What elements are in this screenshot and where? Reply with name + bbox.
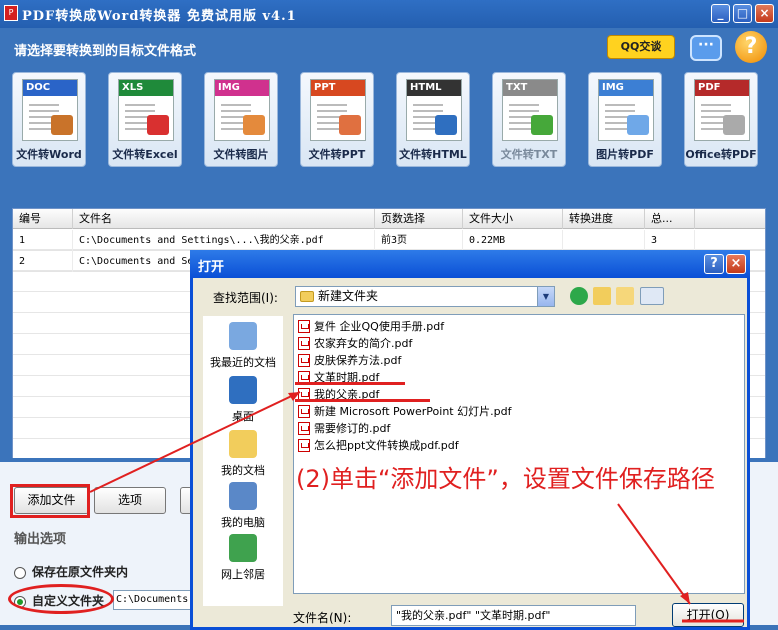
dialog-title: 打开 — [190, 250, 750, 278]
chat-icon[interactable]: ··· — [690, 35, 722, 61]
underline-annotation — [295, 399, 430, 402]
tool-to-ppt[interactable]: PPT 文件转PPT — [300, 72, 374, 167]
dialog-help-button[interactable]: ? — [704, 254, 724, 274]
title-bar: P PDF转换成Word转换器 免费试用版 v4.1 _ □ × — [0, 0, 778, 28]
col-progress[interactable]: 转换进度 — [563, 209, 645, 229]
tool-to-html[interactable]: HTML 文件转HTML — [396, 72, 470, 167]
pdf-file-icon: PDF — [694, 79, 750, 141]
close-button[interactable]: × — [755, 4, 774, 23]
col-number[interactable]: 编号 — [13, 209, 73, 229]
list-item[interactable]: 复件 企业QQ使用手册.pdf — [296, 318, 444, 335]
dialog-close-button[interactable]: × — [726, 254, 746, 274]
ppt-file-icon: PPT — [310, 79, 366, 141]
radio-keep-folder[interactable]: 保存在原文件夹内 — [14, 563, 128, 581]
list-item[interactable]: 怎么把ppt文件转换成pdf.pdf — [296, 437, 459, 454]
tool-office-to-pdf[interactable]: PDF Office转PDF — [684, 72, 758, 167]
my-computer-icon — [229, 482, 257, 510]
pdf-file-icon — [298, 354, 310, 367]
look-in-dropdown[interactable]: 新建文件夹 ▼ — [295, 286, 555, 307]
pdf-app-icon: P — [4, 5, 18, 21]
img-file-icon: IMG — [214, 79, 270, 141]
img-file-icon: IMG — [598, 79, 654, 141]
doc-file-icon: DOC — [22, 79, 78, 141]
pdf-file-icon — [298, 439, 310, 452]
list-item[interactable]: 新建 Microsoft PowerPoint 幻灯片.pdf — [296, 403, 511, 420]
pdf-file-icon — [298, 337, 310, 350]
txt-file-icon: TXT — [502, 79, 558, 141]
filename-input[interactable]: "我的父亲.pdf" "文革时期.pdf" — [391, 605, 636, 626]
tool-image-to-pdf[interactable]: IMG 图片转PDF — [588, 72, 662, 167]
tool-label: 文件转图片 — [213, 148, 269, 161]
pdf-file-icon — [298, 405, 310, 418]
tool-to-word[interactable]: DOC 文件转Word — [12, 72, 86, 167]
file-list[interactable]: 复件 企业QQ使用手册.pdf 农家弃女的简介.pdf 皮肤保养方法.pdf 文… — [293, 314, 745, 594]
my-documents-icon — [229, 430, 257, 458]
pdf-file-icon — [298, 320, 310, 333]
minimize-button[interactable]: _ — [711, 4, 730, 23]
radio-icon[interactable] — [14, 566, 26, 579]
open-dialog: 打开 ? × 查找范围(I): 新建文件夹 ▼ 我最近的文档 桌面 我的文档 我… — [190, 250, 750, 630]
tool-label: 文件转TXT — [500, 148, 558, 161]
recent-documents-icon — [229, 322, 257, 350]
qq-chat-button[interactable]: QQ交谈 — [607, 35, 675, 59]
tool-to-txt[interactable]: TXT 文件转TXT — [492, 72, 566, 167]
output-path-field[interactable]: C:\Documents — [113, 590, 198, 610]
underline-annotation — [295, 382, 405, 385]
tool-label: Office转PDF — [685, 148, 757, 161]
window-title: PDF转换成Word转换器 免费试用版 v4.1 — [22, 9, 297, 24]
help-button[interactable]: ? — [735, 31, 767, 63]
maximize-button[interactable]: □ — [733, 4, 752, 23]
html-file-icon: HTML — [406, 79, 462, 141]
place-recent[interactable]: 我最近的文档 — [203, 322, 283, 370]
place-desktop[interactable]: 桌面 — [203, 376, 283, 424]
place-my-computer[interactable]: 我的电脑 — [203, 482, 283, 530]
list-item[interactable]: 皮肤保养方法.pdf — [296, 352, 401, 369]
tool-label: 文件转Word — [16, 148, 82, 161]
filename-label: 文件名(N): — [293, 611, 352, 625]
place-my-documents[interactable]: 我的文档 — [203, 430, 283, 478]
instruction-annotation: (2)单击“添加文件”，设置文件保存路径 — [296, 465, 715, 493]
tool-label: 文件转Excel — [112, 148, 178, 161]
tool-label: 图片转PDF — [596, 148, 654, 161]
desktop-icon — [229, 376, 257, 404]
tool-label: 文件转PPT — [308, 148, 366, 161]
col-size[interactable]: 文件大小 — [463, 209, 563, 229]
table-row[interactable]: 1 C:\Documents and Settings\...\我的父亲.pdf… — [13, 230, 765, 251]
view-menu-icon[interactable] — [640, 287, 664, 305]
pdf-file-icon — [298, 422, 310, 435]
back-icon[interactable] — [570, 287, 588, 305]
open-button[interactable]: 打开(O) — [672, 603, 744, 627]
list-item[interactable]: 需要修订的.pdf — [296, 420, 390, 437]
list-item[interactable]: 农家弃女的简介.pdf — [296, 335, 412, 352]
highlight-add-file — [10, 484, 90, 518]
format-prompt: 请选择要转换到的目标文件格式 — [14, 44, 197, 59]
folder-icon — [300, 291, 314, 302]
new-folder-icon[interactable] — [616, 287, 634, 305]
xls-file-icon: XLS — [118, 79, 174, 141]
chevron-down-icon[interactable]: ▼ — [537, 287, 554, 306]
tool-label: 文件转HTML — [399, 148, 467, 161]
col-total[interactable]: 总... — [645, 209, 695, 229]
up-folder-icon[interactable] — [593, 287, 611, 305]
look-in-label: 查找范围(I): — [213, 291, 278, 305]
col-pages[interactable]: 页数选择 — [375, 209, 463, 229]
col-filename[interactable]: 文件名 — [73, 209, 375, 229]
highlight-custom-folder — [8, 584, 114, 614]
options-button[interactable]: 选项 — [94, 487, 166, 514]
places-bar: 我最近的文档 桌面 我的文档 我的电脑 网上邻居 — [203, 316, 283, 606]
place-network[interactable]: 网上邻居 — [203, 534, 283, 582]
grid-header: 编号 文件名 页数选择 文件大小 转换进度 总... — [13, 209, 765, 229]
network-icon — [229, 534, 257, 562]
tool-to-excel[interactable]: XLS 文件转Excel — [108, 72, 182, 167]
tool-to-image[interactable]: IMG 文件转图片 — [204, 72, 278, 167]
output-options-title: 输出选项 — [14, 532, 67, 547]
